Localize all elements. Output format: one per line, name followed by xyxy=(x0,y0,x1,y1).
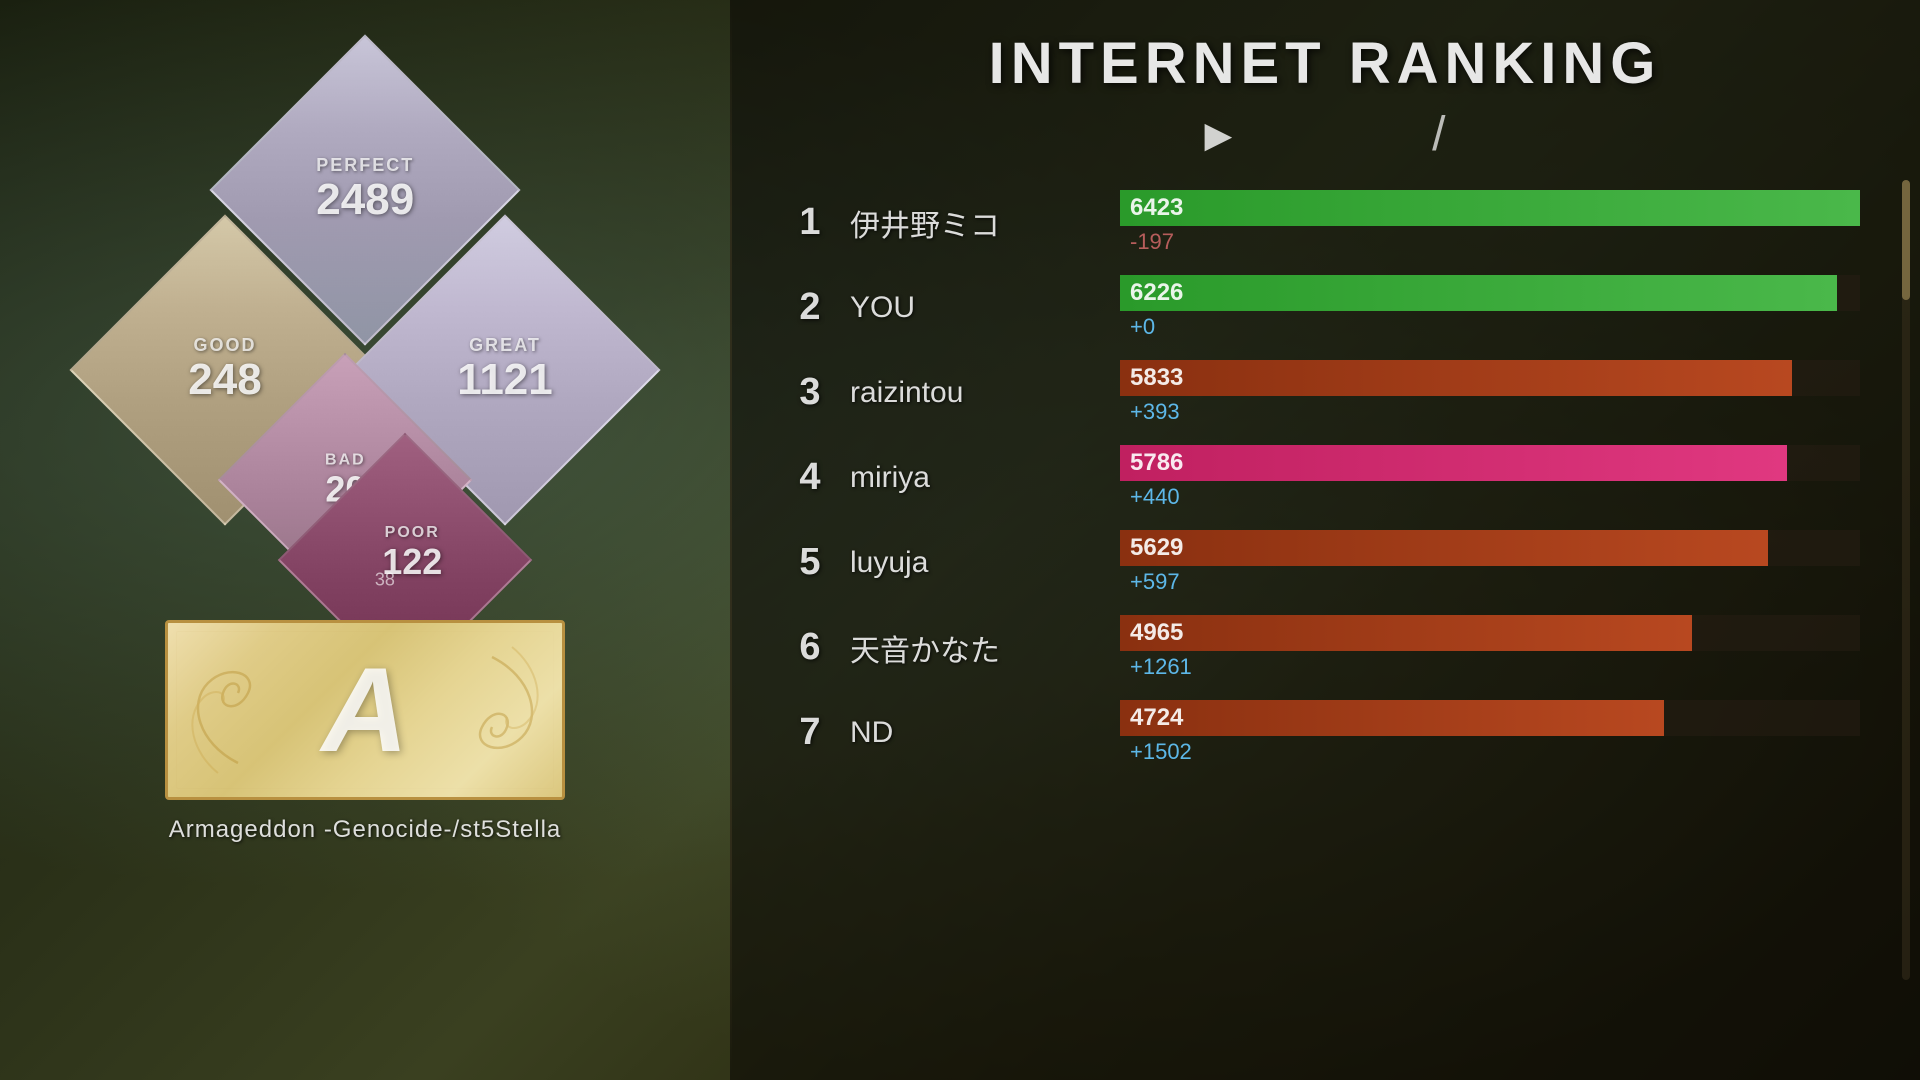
ranking-header: INTERNET RANKING ▶ / xyxy=(770,0,1880,182)
score-bar-6 xyxy=(1120,615,1692,651)
swirl-right-icon xyxy=(432,637,552,787)
ranking-list: 1 伊井野ミコ 6423 -197 2 YOU 6226 +0 3 raiz xyxy=(770,182,1880,773)
score-bar-wrap-1: 6423 xyxy=(1120,190,1860,226)
score-bar-wrap-2: 6226 xyxy=(1120,275,1860,311)
right-panel: INTERNET RANKING ▶ / 1 伊井野ミコ 6423 -197 2… xyxy=(730,0,1920,1080)
ranking-row-4: 4 miriya 5786 +440 xyxy=(790,437,1860,518)
nav-arrow-icon[interactable]: ▶ xyxy=(1204,114,1232,156)
ranking-row-1: 1 伊井野ミコ 6423 -197 xyxy=(790,182,1860,263)
rank-number-4: 4 xyxy=(790,456,830,499)
score-value-3: 5833 xyxy=(1130,364,1183,392)
score-bar-2 xyxy=(1120,275,1837,311)
rank-number-6: 6 xyxy=(790,626,830,669)
perfect-label: PERFECT xyxy=(316,155,414,176)
score-value-5: 5629 xyxy=(1130,534,1183,562)
score-bar-container-4: 5786 +440 xyxy=(1120,445,1860,510)
score-bar-container-1: 6423 -197 xyxy=(1120,190,1860,255)
score-bar-wrap-7: 4724 xyxy=(1120,700,1860,736)
score-bar-wrap-6: 4965 xyxy=(1120,615,1860,651)
score-bar-wrap-3: 5833 xyxy=(1120,360,1860,396)
player-name-1: 伊井野ミコ xyxy=(850,201,1100,245)
grade-letter: A xyxy=(322,641,409,779)
ranking-row-7: 7 ND 4724 +1502 xyxy=(790,692,1860,773)
ranking-title: INTERNET RANKING xyxy=(770,30,1880,97)
great-value: 1121 xyxy=(457,356,552,404)
score-diff-5: +597 xyxy=(1120,569,1860,595)
poor-sub-value: 38 xyxy=(375,570,395,591)
ranking-row-5: 5 luyuja 5629 +597 xyxy=(790,522,1860,603)
score-bar-7 xyxy=(1120,700,1664,736)
great-label: GREAT xyxy=(469,335,541,356)
score-bar-container-5: 5629 +597 xyxy=(1120,530,1860,595)
scrollbar-thumb[interactable] xyxy=(1902,180,1910,300)
ranking-row-6: 6 天音かなた 4965 +1261 xyxy=(790,607,1860,688)
score-diff-7: +1502 xyxy=(1120,739,1860,765)
good-label: GOOD xyxy=(193,335,256,356)
rank-number-5: 5 xyxy=(790,541,830,584)
ranking-row-2: 2 YOU 6226 +0 xyxy=(790,267,1860,348)
score-bar-4 xyxy=(1120,445,1787,481)
player-name-6: 天音かなた xyxy=(850,626,1100,670)
score-value-6: 4965 xyxy=(1130,619,1183,647)
left-panel: PERFECT 2489 GOOD 248 GREAT 1121 BAD 20 xyxy=(0,0,730,1080)
nav-slash: / xyxy=(1432,107,1445,162)
player-name-4: miriya xyxy=(850,461,1100,495)
swirl-left-icon xyxy=(178,633,298,783)
score-value-4: 5786 xyxy=(1130,449,1183,477)
score-diff-2: +0 xyxy=(1120,314,1860,340)
scrollbar-track[interactable] xyxy=(1902,180,1910,980)
score-bar-container-7: 4724 +1502 xyxy=(1120,700,1860,765)
player-name-5: luyuja xyxy=(850,546,1100,580)
diamond-container: PERFECT 2489 GOOD 248 GREAT 1121 BAD 20 xyxy=(75,80,655,600)
player-name-2: YOU xyxy=(850,291,1100,325)
score-value-1: 6423 xyxy=(1130,194,1183,222)
score-bar-1 xyxy=(1120,190,1860,226)
good-value: 248 xyxy=(188,356,261,404)
score-diff-4: +440 xyxy=(1120,484,1860,510)
score-bar-5 xyxy=(1120,530,1768,566)
score-diff-1: -197 xyxy=(1120,229,1860,255)
ranking-row-3: 3 raizintou 5833 +393 xyxy=(790,352,1860,433)
score-diff-6: +1261 xyxy=(1120,654,1860,680)
ranking-nav: ▶ / xyxy=(770,107,1880,162)
grade-card: A xyxy=(165,620,565,800)
rank-number-1: 1 xyxy=(790,201,830,244)
score-value-2: 6226 xyxy=(1130,279,1183,307)
score-bar-3 xyxy=(1120,360,1792,396)
score-bar-container-6: 4965 +1261 xyxy=(1120,615,1860,680)
rank-number-7: 7 xyxy=(790,711,830,754)
song-title: Armageddon -Genocide-/st5Stella xyxy=(169,816,562,844)
perfect-value: 2489 xyxy=(316,176,414,224)
rank-number-2: 2 xyxy=(790,286,830,329)
player-name-7: ND xyxy=(850,716,1100,750)
score-value-7: 4724 xyxy=(1130,704,1183,732)
score-bar-wrap-4: 5786 xyxy=(1120,445,1860,481)
player-name-3: raizintou xyxy=(850,376,1100,410)
rank-number-3: 3 xyxy=(790,371,830,414)
score-bar-container-2: 6226 +0 xyxy=(1120,275,1860,340)
bad-label: BAD xyxy=(325,451,366,469)
poor-label: POOR xyxy=(385,524,440,542)
score-bar-wrap-5: 5629 xyxy=(1120,530,1860,566)
score-diff-3: +393 xyxy=(1120,399,1860,425)
score-bar-container-3: 5833 +393 xyxy=(1120,360,1860,425)
